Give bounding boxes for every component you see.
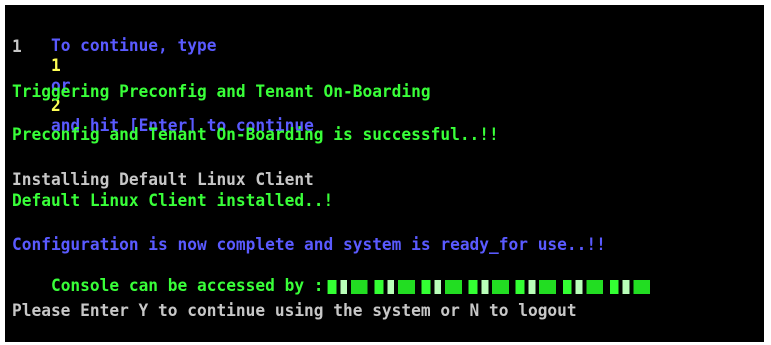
prompt-text-start: To continue, type bbox=[50, 36, 217, 55]
installing-client-message: Installing Default Linux Client bbox=[12, 170, 314, 189]
triggering-message: Triggering Preconfig and Tenant On-Board… bbox=[12, 82, 431, 101]
configuration-complete-message: Configuration is now complete and system… bbox=[12, 235, 606, 254]
client-installed-message: Default Linux Client installed..! bbox=[12, 191, 334, 210]
redacted-address bbox=[327, 279, 651, 294]
preconfig-success-message: Preconfig and Tenant On-Boarding is succ… bbox=[12, 125, 499, 144]
option-1: 1 bbox=[50, 56, 61, 75]
cursor-line[interactable] bbox=[12, 333, 22, 342]
typed-input: 1 bbox=[12, 37, 22, 56]
terminal-window[interactable]: To continue, type 1 or 2 and hit [Enter]… bbox=[5, 5, 764, 342]
logout-prompt: Please Enter Y to continue using the sys… bbox=[12, 301, 577, 320]
console-access-label: Console can be accessed by : bbox=[50, 276, 324, 295]
